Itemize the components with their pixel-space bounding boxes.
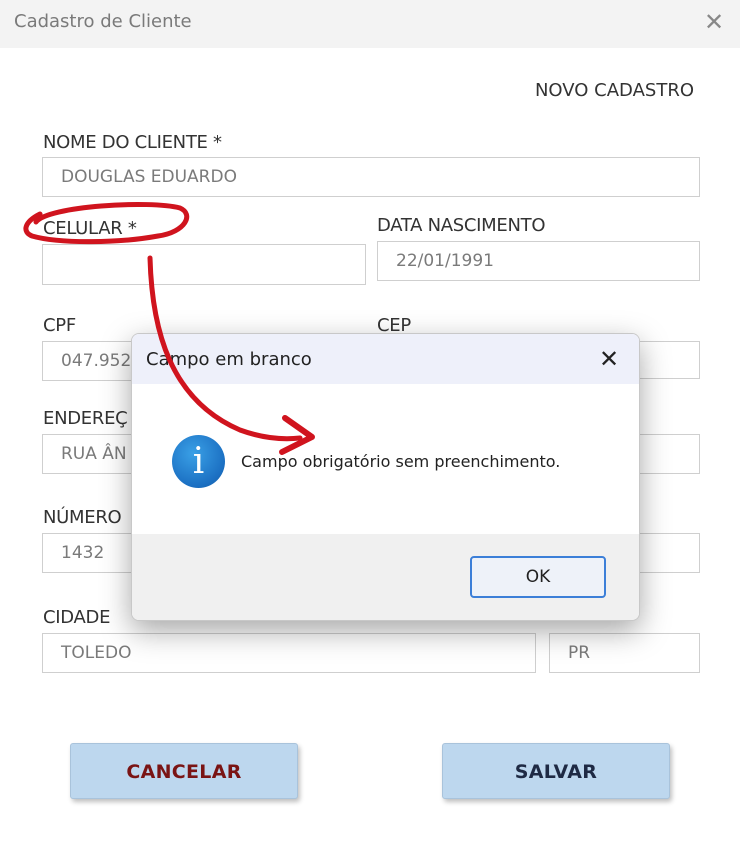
dialog-titlebar: Campo em branco ✕ [132,334,639,384]
cpf-label: CPF [43,315,76,336]
nascimento-input[interactable]: 22/01/1991 [377,241,700,281]
window-title: Cadastro de Cliente [14,11,192,32]
dialog-footer: OK [132,534,639,620]
dialog-message: Campo obrigatório sem preenchimento. [241,452,561,471]
window-titlebar: Cadastro de Cliente ✕ [0,0,740,48]
numero-label: NÚMERO [43,507,122,528]
form-header: NOVO CADASTRO [534,80,694,101]
cidade-label: CIDADE [43,607,111,628]
nascimento-label: DATA NASCIMENTO [377,215,546,236]
nome-input[interactable]: DOUGLAS EDUARDO [42,157,700,197]
info-icon: i [172,435,225,488]
dialog-close-icon[interactable]: ✕ [597,345,621,373]
nome-label: NOME DO CLIENTE * [43,132,222,153]
cidade-input[interactable]: TOLEDO [42,633,536,673]
dialog-title: Campo em branco [146,349,312,370]
save-button[interactable]: SALVAR [442,743,670,799]
celular-input[interactable] [42,244,366,285]
window-close-icon[interactable]: ✕ [703,8,725,36]
blank-field-dialog: Campo em branco ✕ i Campo obrigatório se… [131,333,640,621]
endereco-label: ENDEREÇ [43,408,128,429]
ok-button[interactable]: OK [470,556,606,598]
cancel-button[interactable]: CANCELAR [70,743,298,799]
estado-input[interactable]: PR [549,633,700,673]
celular-label: CELULAR * [43,218,137,239]
